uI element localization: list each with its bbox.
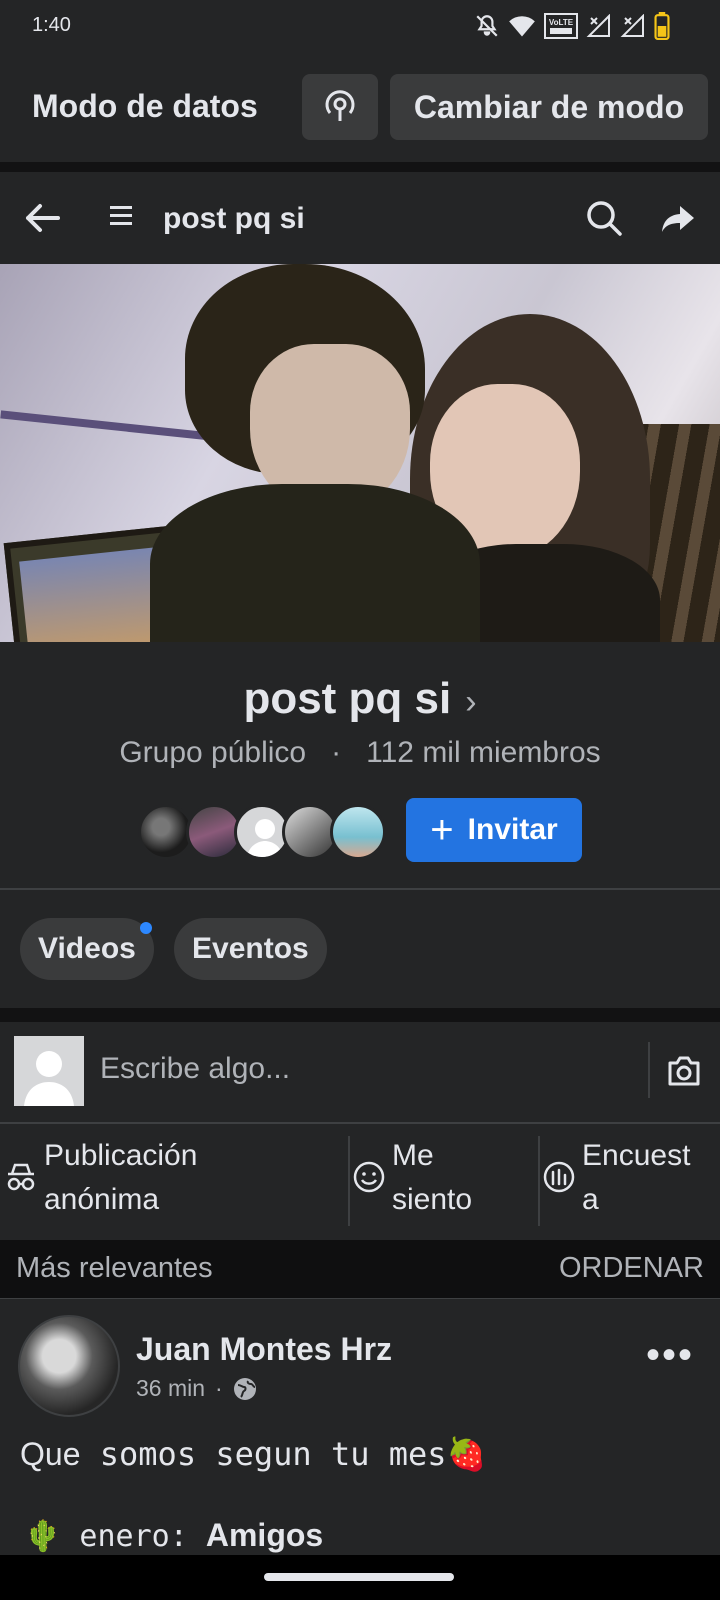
plus-icon: + (430, 808, 454, 852)
search-icon[interactable] (584, 198, 624, 238)
post-text: Que somos segun tu mes🍓 (20, 1435, 487, 1473)
strawberry-emoji: 🍓 (446, 1435, 487, 1473)
post-meta: 36 min · (136, 1375, 257, 1402)
header-title[interactable]: post pq si (163, 202, 305, 236)
divider (538, 1136, 540, 1226)
write-something-input[interactable]: Escribe algo... (100, 1052, 290, 1086)
chevron-right-icon: › (465, 683, 477, 721)
incognito-icon (7, 1163, 35, 1191)
avatar (330, 804, 386, 860)
divider (648, 1042, 650, 1098)
divider (348, 1136, 350, 1226)
order-button[interactable]: ORDENAR (559, 1252, 704, 1285)
wifi-icon (509, 16, 535, 37)
cactus-emoji: 🌵 (24, 1519, 62, 1554)
post-composer: Escribe algo... (0, 1022, 720, 1122)
broadcast-icon (325, 90, 355, 121)
sort-label: Más relevantes (16, 1252, 213, 1284)
smiley-icon (353, 1161, 385, 1193)
divider (0, 1008, 720, 1022)
menu-icon[interactable] (110, 202, 132, 230)
system-nav-bar (0, 1555, 720, 1600)
poll-icon (543, 1161, 575, 1193)
more-options-icon[interactable]: ••• (646, 1335, 694, 1375)
back-arrow-icon[interactable] (22, 198, 62, 238)
share-icon[interactable] (660, 200, 696, 236)
group-header: post pq si (0, 172, 720, 264)
status-icons: VoLTE (474, 12, 670, 40)
group-members[interactable]: 112 mil miembros (366, 736, 601, 769)
anonymous-post-button[interactable]: Publicación anónima (4, 1134, 197, 1222)
battery-icon (654, 12, 670, 40)
signal-icon (586, 14, 610, 37)
tab-videos[interactable]: Videos (20, 918, 154, 980)
group-info: post pq si › Grupo público · 112 mil miem… (0, 642, 720, 888)
user-avatar[interactable] (14, 1036, 84, 1106)
author-avatar[interactable] (18, 1315, 120, 1417)
group-tabs: Videos Eventos (0, 890, 720, 1008)
switch-mode-button[interactable]: Cambiar de modo (390, 74, 708, 140)
camera-icon[interactable] (666, 1054, 702, 1088)
group-name[interactable]: post pq si › (0, 674, 720, 724)
group-meta: Grupo público · 112 mil miembros (119, 736, 601, 769)
group-visibility: Grupo público (119, 736, 307, 769)
data-mode-bar: Modo de datos Cambiar de modo (0, 54, 720, 162)
podcast-button[interactable] (302, 74, 378, 140)
poll-button[interactable]: Encuest a (542, 1134, 690, 1222)
post-card: Juan Montes Hrz 36 min · ••• Que somos s… (0, 1299, 720, 1555)
composer-actions: Publicación anónima Me siento Encuest a (0, 1124, 720, 1240)
mute-icon (476, 15, 498, 37)
notification-dot (139, 922, 152, 934)
signal-icon (620, 14, 644, 37)
post-text-line: 🌵 enero: Amigos (24, 1517, 324, 1554)
invite-button[interactable]: + Invitar (406, 798, 582, 862)
svg-text:VoLTE: VoLTE (549, 18, 574, 27)
volte-icon: VoLTE (544, 13, 578, 39)
globe-icon (233, 1377, 256, 1400)
status-bar: 1:40 VoLTE (0, 0, 720, 54)
status-time: 1:40 (32, 14, 71, 36)
cover-photo[interactable] (0, 264, 720, 642)
data-mode-title: Modo de datos (32, 88, 258, 124)
post-author[interactable]: Juan Montes Hrz (136, 1331, 392, 1368)
home-handle[interactable] (264, 1573, 454, 1581)
post-time[interactable]: 36 min (136, 1375, 205, 1402)
tab-events[interactable]: Eventos (174, 918, 327, 980)
feeling-button[interactable]: Me siento (352, 1134, 472, 1222)
feed-sort-bar: Más relevantes ORDENAR (0, 1240, 720, 1298)
divider (0, 162, 720, 172)
